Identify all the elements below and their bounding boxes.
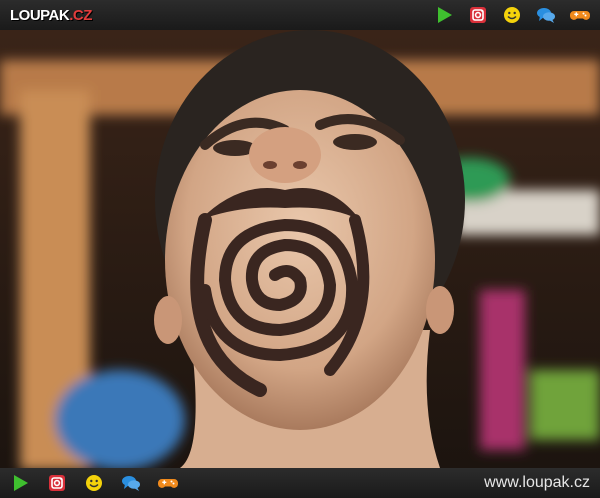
chat-bubbles-icon[interactable] (121, 473, 141, 493)
gamepad-icon[interactable] (158, 473, 178, 493)
gamepad-icon[interactable] (570, 5, 590, 25)
photo-illustration (0, 30, 600, 468)
instagram-icon[interactable] (468, 5, 488, 25)
site-logo[interactable]: LOUPAK.CZ (10, 7, 92, 24)
site-url-link[interactable]: www.loupak.cz (484, 474, 590, 492)
smiley-icon[interactable] (84, 473, 104, 493)
smiley-icon[interactable] (502, 5, 522, 25)
top-bar: LOUPAK.CZ (0, 0, 600, 30)
play-icon[interactable] (10, 473, 30, 493)
top-icon-row (434, 5, 590, 25)
chat-bubbles-icon[interactable] (536, 5, 556, 25)
bottom-icon-row (10, 473, 178, 493)
logo-main: LOUPAK (10, 6, 70, 24)
logo-suffix: .CZ (69, 6, 92, 24)
bottom-bar: www.loupak.cz (0, 468, 600, 498)
instagram-icon[interactable] (47, 473, 67, 493)
play-icon[interactable] (434, 5, 454, 25)
main-photo (0, 30, 600, 468)
